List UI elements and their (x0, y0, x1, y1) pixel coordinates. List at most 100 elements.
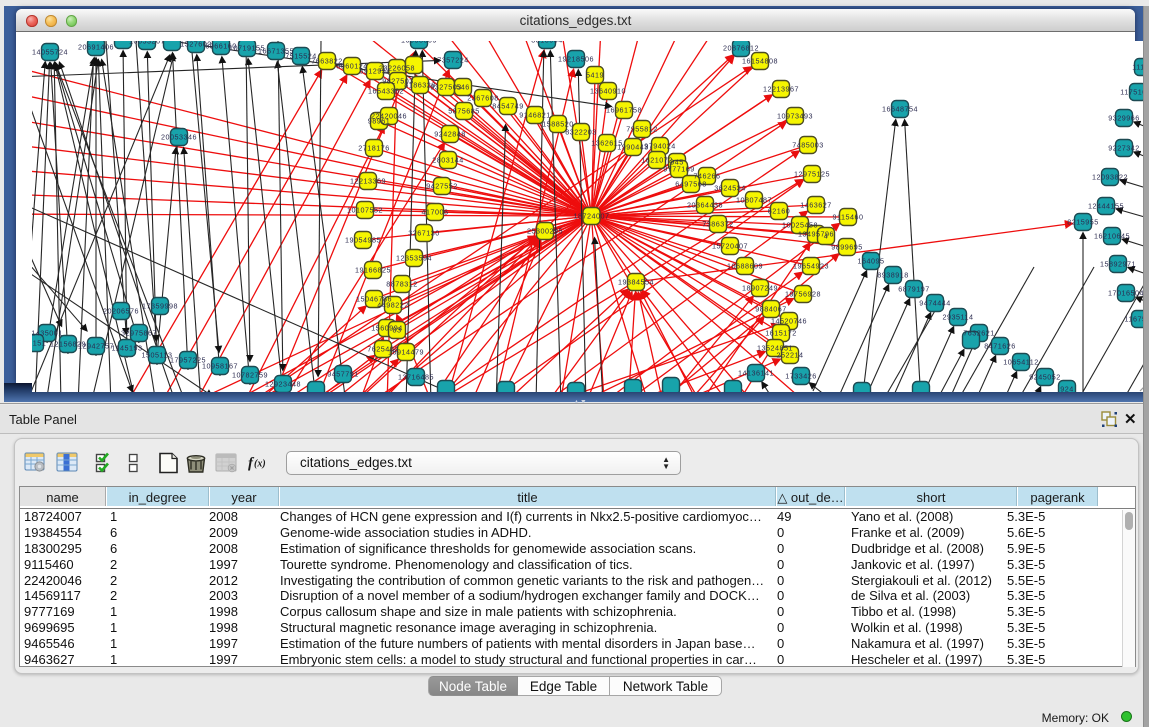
svg-text:9146821: 9146821 (519, 111, 550, 120)
svg-text:9884067: 9884067 (755, 305, 786, 314)
svg-text:4: 4 (824, 232, 829, 241)
svg-text:20206576: 20206576 (103, 307, 139, 316)
svg-text:7955812: 7955812 (626, 125, 657, 134)
svg-text:1615172: 1615172 (765, 329, 796, 338)
svg-text:9115460: 9115460 (833, 213, 864, 222)
svg-text:13716485: 13716485 (398, 373, 434, 382)
svg-text:14055724: 14055724 (32, 48, 68, 57)
svg-text:924: 924 (1060, 385, 1074, 393)
svg-text:252214: 252214 (777, 351, 804, 360)
svg-text:16961758: 16961758 (606, 106, 642, 115)
svg-text:546: 546 (456, 83, 470, 92)
svg-text:4498222: 4498222 (377, 301, 408, 310)
svg-text:8878312: 8878312 (386, 280, 417, 289)
svg-text:9474444: 9474444 (919, 299, 950, 308)
svg-text:12213369: 12213369 (350, 177, 386, 186)
svg-text:2935114: 2935114 (943, 313, 974, 322)
svg-text:8938918: 8938918 (877, 271, 908, 280)
svg-text:10973493: 10973493 (777, 112, 813, 121)
svg-text:23226058: 23226058 (379, 64, 415, 73)
svg-text:17957225: 17957225 (170, 356, 206, 365)
svg-text:3267130: 3267130 (408, 229, 439, 238)
svg-text:62160: 62160 (768, 207, 791, 216)
svg-text:32975867: 32975867 (121, 329, 157, 338)
svg-text:1733426: 1733426 (785, 372, 816, 381)
svg-text:10653267: 10653267 (129, 41, 165, 46)
svg-text:(x): (x) (254, 459, 266, 470)
svg-text:8813054: 8813054 (531, 41, 562, 45)
svg-text:1435001: 1435001 (32, 329, 63, 338)
svg-text:7386372: 7386372 (702, 220, 733, 229)
svg-text:19384554: 19384554 (618, 278, 654, 287)
svg-text:19218506: 19218506 (558, 55, 594, 64)
svg-text:20876812: 20876812 (723, 44, 759, 53)
svg-text:1621072: 1621072 (641, 156, 672, 165)
svg-text:6879197: 6879197 (898, 285, 929, 294)
svg-text:8322203: 8322203 (565, 128, 596, 137)
svg-text:18724007: 18724007 (574, 212, 610, 221)
svg-text:9457791: 9457791 (327, 370, 358, 379)
svg-text:7632621: 7632621 (963, 329, 994, 338)
svg-text:8471626: 8471626 (984, 342, 1015, 351)
svg-text:3624534: 3624534 (714, 184, 745, 193)
svg-text:25300295: 25300295 (527, 227, 563, 236)
svg-text:19756928: 19756928 (785, 290, 821, 299)
svg-text:10025458: 10025458 (782, 221, 818, 230)
svg-text:9242848: 9242848 (434, 130, 465, 139)
svg-text:22420046: 22420046 (371, 112, 407, 121)
svg-text:10107552: 10107552 (347, 206, 383, 215)
svg-text:17016504: 17016504 (1108, 289, 1144, 298)
svg-text:17359998: 17359998 (142, 302, 178, 311)
svg-text:9245052: 9245052 (1029, 373, 1060, 382)
svg-text:83: 83 (393, 326, 402, 335)
svg-text:13640910: 13640910 (590, 87, 626, 96)
svg-text:12975125: 12975125 (794, 170, 830, 179)
svg-text:6497568: 6497568 (675, 180, 706, 189)
svg-text:12213967: 12213967 (763, 85, 799, 94)
svg-text:1145193: 1145193 (112, 344, 143, 353)
svg-text:13495796: 13495796 (798, 230, 834, 239)
svg-text:9427552: 9427552 (426, 182, 457, 191)
svg-text:19654923: 19654923 (793, 262, 829, 271)
svg-text:16914479: 16914479 (388, 348, 424, 357)
svg-text:12444155: 12444155 (1088, 202, 1124, 211)
svg-text:5875685: 5875685 (448, 107, 479, 116)
svg-text:12353594: 12353594 (396, 254, 432, 263)
svg-text:164095: 164095 (858, 257, 885, 266)
svg-text:1463627: 1463627 (800, 201, 831, 210)
svg-text:10958167: 10958167 (202, 362, 238, 371)
svg-text:1505113: 1505113 (142, 351, 173, 360)
svg-text:417006: 417006 (422, 208, 449, 217)
svg-text:14136141: 14136141 (738, 369, 774, 378)
svg-text:5419: 5419 (586, 71, 604, 80)
svg-text:10654112: 10654112 (1003, 358, 1038, 367)
svg-text:9329966: 9329966 (1108, 114, 1139, 123)
svg-text:9777169: 9777169 (663, 165, 694, 174)
svg-text:2718176: 2718176 (358, 144, 389, 153)
svg-text:12923448: 12923448 (265, 380, 301, 389)
svg-text:19054985: 19054985 (345, 236, 381, 245)
svg-text:20691406: 20691406 (78, 43, 114, 52)
svg-text:7485003: 7485003 (792, 141, 823, 150)
svg-text:9227342: 9227342 (1108, 144, 1139, 153)
svg-text:8454749: 8454749 (492, 102, 523, 111)
svg-text:16154808: 16154808 (742, 57, 778, 66)
svg-text:20053346: 20053346 (161, 133, 197, 142)
svg-text:15720407: 15720407 (712, 242, 748, 251)
svg-text:12942757: 12942757 (78, 342, 114, 351)
svg-text:16210645: 16210645 (1094, 232, 1130, 241)
svg-text:39151: 39151 (32, 339, 46, 348)
svg-text:2803144: 2803144 (432, 156, 463, 165)
svg-text:19166825: 19166825 (355, 266, 391, 275)
svg-text:14520746: 14520746 (771, 317, 807, 326)
svg-text:16543362: 16543362 (368, 87, 404, 96)
svg-text:10807487: 10807487 (736, 196, 772, 205)
svg-text:20364436: 20364436 (687, 201, 723, 210)
svg-text:12093822: 12093822 (1092, 173, 1128, 182)
svg-text:9899695: 9899695 (831, 243, 862, 252)
svg-text:16648754: 16648754 (882, 105, 918, 114)
svg-text:10688609: 10688609 (727, 262, 763, 271)
svg-text:15892971: 15892971 (1100, 260, 1136, 269)
svg-text:9794024: 9794024 (644, 142, 675, 151)
svg-text:8215955: 8215955 (1067, 218, 1098, 227)
